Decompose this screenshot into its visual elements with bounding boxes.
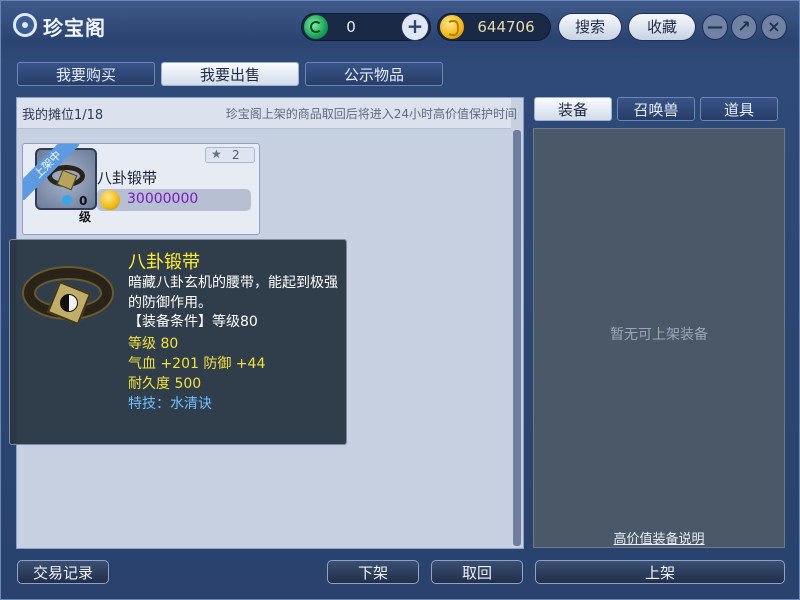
trade-records-button[interactable]: 交易记录 — [17, 560, 109, 584]
tooltip-item-name: 八卦锻带 — [128, 252, 200, 273]
item-price: 30000000 — [97, 189, 251, 211]
delist-button[interactable]: 下架 — [327, 560, 419, 584]
empty-inventory-message: 暂无可上架装备 — [610, 327, 708, 343]
stall-count-label: 我的摊位1/18 — [22, 108, 104, 123]
search-button[interactable]: 搜索 — [559, 14, 621, 40]
tab-items[interactable]: 道具 — [700, 97, 778, 121]
list-item-button[interactable]: 上架 — [535, 560, 785, 584]
gold-balance: 644706 — [437, 13, 551, 41]
tab-summoned-beast[interactable]: 召唤兽 — [617, 97, 695, 121]
item-price-value: 30000000 — [127, 191, 199, 207]
minimize-icon[interactable]: — — [703, 15, 727, 39]
item-level-badge: 0级 — [79, 194, 92, 224]
inventory-panel: 暂无可上架装备 高价值装备说明 — [533, 128, 785, 548]
jade-value: 0 — [346, 18, 356, 36]
item-name: 八卦锻带 — [97, 169, 158, 187]
window-title: 珍宝阁 — [43, 16, 106, 40]
stall-header: 我的摊位1/18 珍宝阁上架的商品取回后将进入24小时高价值保护时间 — [17, 98, 517, 129]
listed-ribbon: 上架中 — [23, 144, 79, 200]
tab-public-items[interactable]: 公示物品 — [305, 62, 443, 86]
gold-value: 644706 — [477, 18, 535, 36]
tooltip-requirement: 【装备条件】等级80 — [128, 314, 258, 330]
tooltip-durability: 耐久度 500 — [128, 376, 202, 392]
add-jade-button[interactable]: + — [402, 14, 428, 40]
star-icon: ★ — [211, 147, 222, 161]
high-value-info-link[interactable]: 高价值装备说明 — [534, 528, 784, 547]
close-icon[interactable]: × — [762, 15, 786, 39]
tooltip-description: 暗藏八卦玄机的腰带，能起到极强的防御作用。 — [128, 275, 338, 311]
star-counter: ★ 2 — [205, 147, 255, 163]
treasure-pavilion-window: 珍宝阁 0 + 644706 搜索 收藏 — ↗ × 我要购买 我要出售 公示物… — [0, 0, 800, 600]
listed-status: 上架中 — [23, 144, 79, 200]
tab-buy[interactable]: 我要购买 — [17, 62, 155, 86]
item-tooltip: 八卦锻带 暗藏八卦玄机的腰带，能起到极强的防御作用。 【装备条件】等级80 等级… — [9, 239, 347, 445]
star-count: 2 — [232, 148, 240, 162]
gold-coin-icon — [100, 190, 120, 210]
stall-scrollbar[interactable] — [513, 130, 521, 546]
maximize-icon[interactable]: ↗ — [732, 15, 756, 39]
pavilion-logo-icon — [13, 13, 37, 37]
gold-coin-icon — [440, 15, 464, 39]
title-bar: 珍宝阁 0 + 644706 搜索 收藏 — ↗ × — [1, 1, 800, 51]
yin-yang-icon — [60, 294, 78, 312]
tooltip-item-image — [20, 260, 116, 330]
tooltip-skill: 特技：水清诀 — [128, 396, 212, 412]
tab-sell[interactable]: 我要出售 — [161, 62, 299, 86]
protection-notice: 珍宝阁上架的商品取回后将进入24小时高价值保护时间 — [225, 107, 517, 121]
tooltip-stats: 气血 +201 防御 +44 — [128, 356, 266, 372]
favorites-button[interactable]: 收藏 — [629, 14, 695, 40]
stall-item-card[interactable]: 0级 上架中 ★ 2 八卦锻带 30000000 — [22, 143, 260, 235]
retrieve-button[interactable]: 取回 — [431, 560, 523, 584]
tooltip-level: 等级 80 — [128, 336, 179, 352]
tab-equipment[interactable]: 装备 — [534, 97, 612, 121]
